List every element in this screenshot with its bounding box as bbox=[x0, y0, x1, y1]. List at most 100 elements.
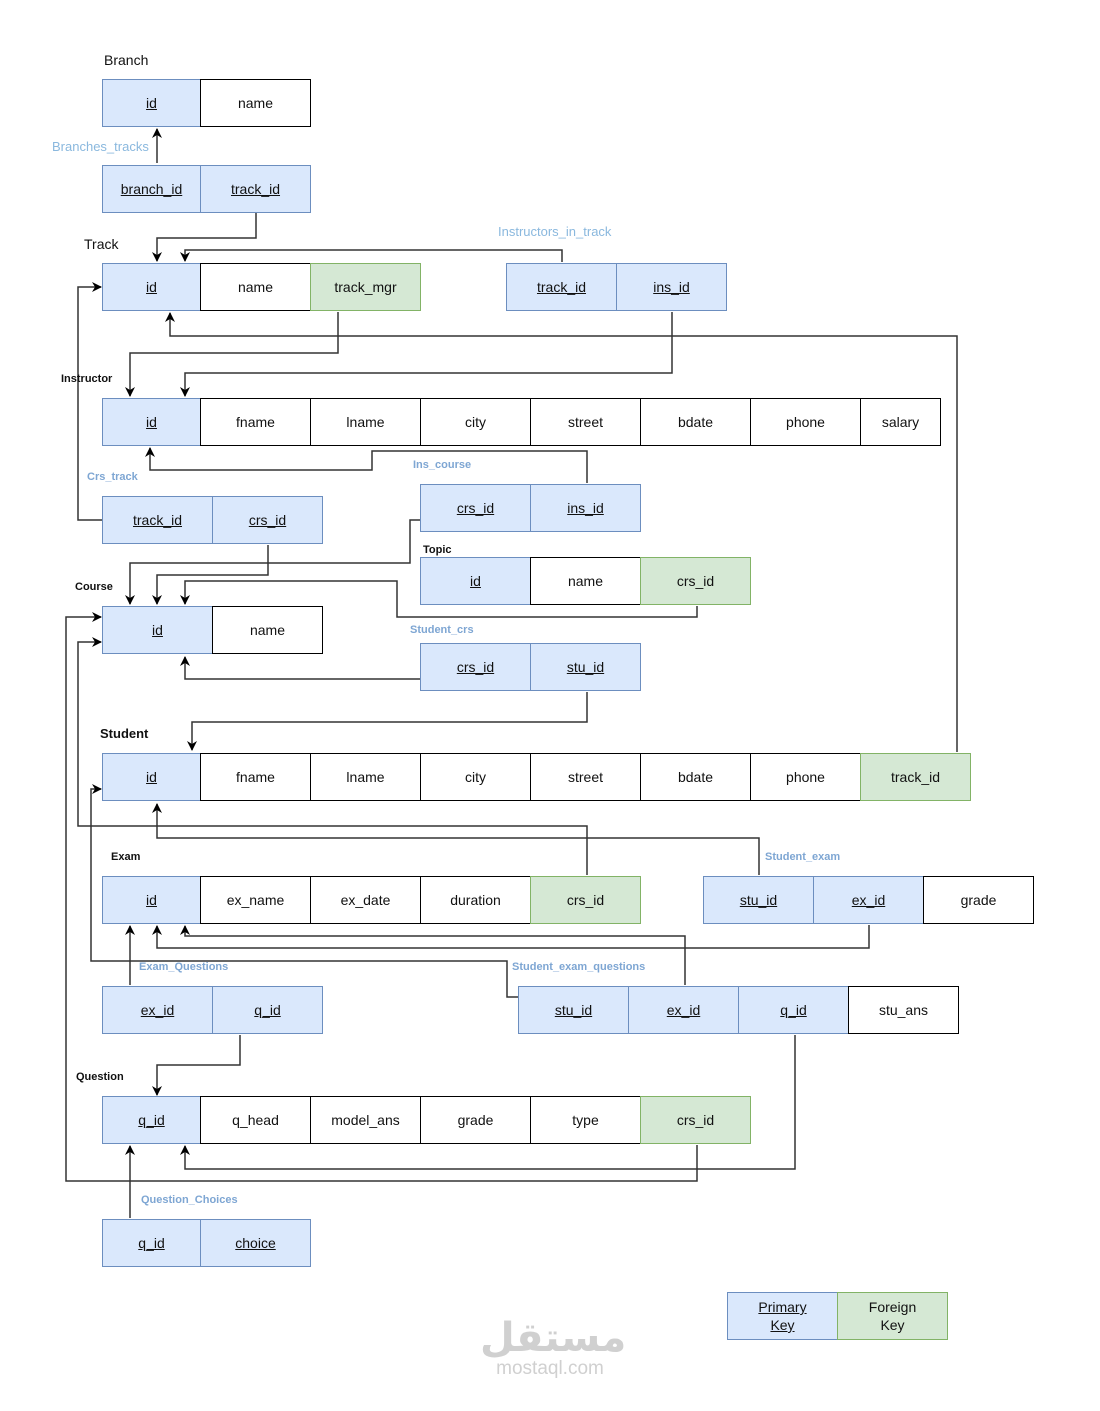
table-title-track: Track bbox=[84, 236, 119, 252]
table-title-instructors-in-track: Instructors_in_track bbox=[498, 224, 612, 239]
table-exam-questions: ex_id q_id bbox=[102, 986, 323, 1034]
column-course-id[interactable]: id bbox=[102, 606, 213, 654]
column-topic-crs-id[interactable]: crs_id bbox=[640, 557, 751, 605]
column-branch-id[interactable]: id bbox=[102, 79, 201, 127]
table-title-student: Student bbox=[100, 726, 149, 741]
column-branches-tracks-branch-id[interactable]: branch_id bbox=[102, 165, 201, 213]
connector-track-mgr-instructor bbox=[125, 312, 339, 397]
column-instructor-street[interactable]: street bbox=[530, 398, 641, 446]
column-question-choices-q-id[interactable]: q_id bbox=[102, 1219, 201, 1267]
column-exam-id[interactable]: id bbox=[102, 876, 201, 924]
column-question-q-head[interactable]: q_head bbox=[200, 1096, 311, 1144]
table-topic: id name crs_id bbox=[420, 557, 751, 605]
table-crs-track: track_id crs_id bbox=[102, 496, 323, 544]
column-course-name[interactable]: name bbox=[212, 606, 323, 654]
table-title-student-exam-questions: Student_exam_questions bbox=[512, 961, 646, 973]
column-student-city[interactable]: city bbox=[420, 753, 531, 801]
watermark-arabic: مستقل bbox=[480, 1315, 627, 1361]
table-title-question: Question bbox=[76, 1071, 124, 1083]
column-student-crs-crs-id[interactable]: crs_id bbox=[420, 643, 531, 691]
table-title-instructor: Instructor bbox=[61, 373, 113, 385]
connector-exam-questions-question bbox=[152, 1035, 241, 1096]
column-branches-tracks-track-id[interactable]: track_id bbox=[200, 165, 311, 213]
legend-foreign-key: Foreign Key bbox=[837, 1292, 948, 1340]
column-student-crs-stu-id[interactable]: stu_id bbox=[530, 643, 641, 691]
column-student-street[interactable]: street bbox=[530, 753, 641, 801]
column-exam-duration[interactable]: duration bbox=[420, 876, 531, 924]
column-exam-ex-name[interactable]: ex_name bbox=[200, 876, 311, 924]
table-ins-course: crs_id ins_id bbox=[420, 484, 641, 532]
column-student-exam-stu-id[interactable]: stu_id bbox=[703, 876, 814, 924]
column-student-fname[interactable]: fname bbox=[200, 753, 311, 801]
legend-primary-key: Primary Key bbox=[727, 1292, 838, 1340]
column-exam-questions-ex-id[interactable]: ex_id bbox=[102, 986, 213, 1034]
column-iit-ins-id[interactable]: ins_id bbox=[616, 263, 727, 311]
table-title-ins-course: Ins_course bbox=[413, 459, 472, 471]
key-legend: Primary Key Foreign Key bbox=[727, 1292, 948, 1340]
column-ins-course-crs-id[interactable]: crs_id bbox=[420, 484, 531, 532]
column-question-crs-id[interactable]: crs_id bbox=[640, 1096, 751, 1144]
column-student-lname[interactable]: lname bbox=[310, 753, 421, 801]
column-seq-q-id[interactable]: q_id bbox=[738, 986, 849, 1034]
column-exam-questions-q-id[interactable]: q_id bbox=[212, 986, 323, 1034]
column-student-track-id[interactable]: track_id bbox=[860, 753, 971, 801]
column-question-choices-choice[interactable]: choice bbox=[200, 1219, 311, 1267]
connector-instructors-in-track-track bbox=[180, 249, 563, 262]
column-instructor-phone[interactable]: phone bbox=[750, 398, 861, 446]
table-exam: id ex_name ex_date duration crs_id bbox=[102, 876, 641, 924]
column-student-exam-ex-id[interactable]: ex_id bbox=[813, 876, 924, 924]
table-title-branch: Branch bbox=[104, 52, 149, 68]
column-iit-track-id[interactable]: track_id bbox=[506, 263, 617, 311]
column-instructor-lname[interactable]: lname bbox=[310, 398, 421, 446]
table-student: id fname lname city street bdate phone t… bbox=[102, 753, 971, 801]
connector-ins-in-track-instructor bbox=[180, 312, 673, 397]
connector-crs-track-track bbox=[77, 282, 103, 521]
table-title-course: Course bbox=[75, 581, 113, 593]
column-question-q-id[interactable]: q_id bbox=[102, 1096, 201, 1144]
column-exam-ex-date[interactable]: ex_date bbox=[310, 876, 421, 924]
table-student-crs: crs_id stu_id bbox=[420, 643, 641, 691]
column-question-grade[interactable]: grade bbox=[420, 1096, 531, 1144]
column-instructor-id[interactable]: id bbox=[102, 398, 201, 446]
column-question-type[interactable]: type bbox=[530, 1096, 641, 1144]
column-student-bdate[interactable]: bdate bbox=[640, 753, 751, 801]
connector-student-exam-student bbox=[152, 803, 760, 875]
table-question: q_id q_head model_ans grade type crs_id bbox=[102, 1096, 751, 1144]
table-title-student-exam: Student_exam bbox=[765, 851, 841, 863]
column-student-exam-grade[interactable]: grade bbox=[923, 876, 1034, 924]
column-topic-id[interactable]: id bbox=[420, 557, 531, 605]
column-seq-ex-id[interactable]: ex_id bbox=[628, 986, 739, 1034]
table-title-question-choices: Question_Choices bbox=[141, 1194, 238, 1206]
column-question-model-ans[interactable]: model_ans bbox=[310, 1096, 421, 1144]
table-branch: id name bbox=[102, 79, 311, 127]
table-title-exam: Exam bbox=[111, 851, 141, 863]
column-track-name[interactable]: name bbox=[200, 263, 311, 311]
column-ins-course-ins-id[interactable]: ins_id bbox=[530, 484, 641, 532]
connector-ins-course-instructor bbox=[145, 447, 588, 483]
table-instructors-in-track: track_id ins_id bbox=[506, 263, 727, 311]
connector-student-crs-student bbox=[187, 692, 588, 751]
column-seq-stu-ans[interactable]: stu_ans bbox=[848, 986, 959, 1034]
table-student-exam-questions: stu_id ex_id q_id stu_ans bbox=[518, 986, 959, 1034]
watermark-latin: mostaql.com bbox=[496, 1358, 604, 1379]
column-seq-stu-id[interactable]: stu_id bbox=[518, 986, 629, 1034]
column-exam-crs-id[interactable]: crs_id bbox=[530, 876, 641, 924]
table-student-exam: stu_id ex_id grade bbox=[703, 876, 1034, 924]
table-title-topic: Topic bbox=[423, 544, 452, 556]
column-instructor-fname[interactable]: fname bbox=[200, 398, 311, 446]
column-instructor-bdate[interactable]: bdate bbox=[640, 398, 751, 446]
column-topic-name[interactable]: name bbox=[530, 557, 641, 605]
connector-seq-exam bbox=[180, 925, 686, 985]
table-title-crs-track: Crs_track bbox=[87, 471, 138, 483]
column-crs-track-track-id[interactable]: track_id bbox=[102, 496, 213, 544]
column-crs-track-crs-id[interactable]: crs_id bbox=[212, 496, 323, 544]
column-branch-name[interactable]: name bbox=[200, 79, 311, 127]
column-student-phone[interactable]: phone bbox=[750, 753, 861, 801]
table-title-exam-questions: Exam_Questions bbox=[139, 961, 229, 973]
column-instructor-salary[interactable]: salary bbox=[860, 398, 941, 446]
column-instructor-city[interactable]: city bbox=[420, 398, 531, 446]
column-track-id[interactable]: id bbox=[102, 263, 201, 311]
connector-student-crs-course bbox=[180, 656, 421, 680]
column-student-id[interactable]: id bbox=[102, 753, 201, 801]
column-track-track-mgr[interactable]: track_mgr bbox=[310, 263, 421, 311]
